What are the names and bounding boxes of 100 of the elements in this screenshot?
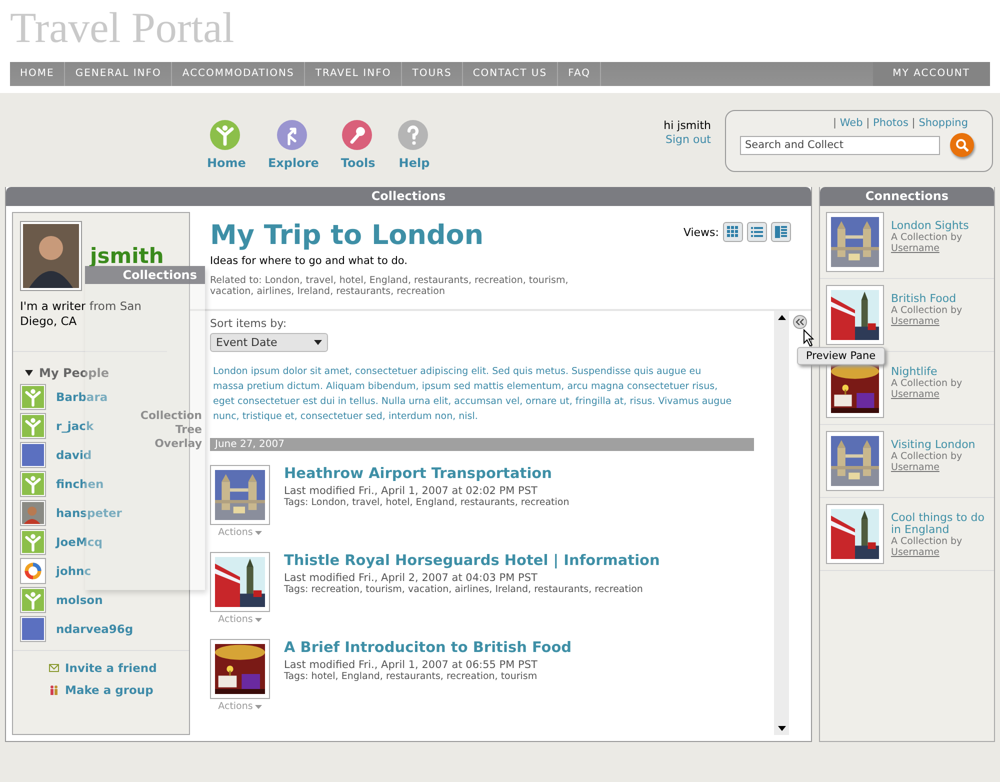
- person-link[interactable]: molson: [56, 593, 103, 607]
- bio-text: I'm a writer from San Diego, CA: [13, 291, 167, 352]
- person-icon: [22, 589, 44, 611]
- username-link[interactable]: Username: [891, 316, 962, 327]
- intro-text: London ipsum dolor sit amet, consectetuer adipiscing elit. Sed quis metus. Suspendisse quis augue eu massa pretium dictum. Aliquam bibendum, ipsum sed mattis elementum, arcu magna consectetuer risus, eget consectetuer est dui in tellus. Nulla urna elit, accumsan vel, ornare ut, fringilla at, risus. Vivamus augue nunc, tristique et, consectetuer sed, interdum non, nisl.: [213, 365, 733, 424]
- person-icon: [22, 386, 44, 408]
- link-separator: |: [912, 117, 916, 129]
- detail-list-icon: [774, 225, 788, 239]
- avatar-icon: [22, 444, 44, 466]
- double-chevron-icon: [795, 318, 805, 326]
- toolbar-button[interactable]: Home: [207, 119, 246, 187]
- username: jsmith: [90, 244, 164, 268]
- item-tags: Tags: hotel, England, restaurants, recreation, tourism: [284, 671, 572, 682]
- detail-view-button[interactable]: [771, 222, 791, 242]
- toolbar-button[interactable]: Tools: [340, 119, 376, 187]
- avatar-icon: [22, 618, 44, 640]
- byline: A Collection by: [891, 378, 962, 389]
- scroll-down-icon[interactable]: [778, 726, 786, 731]
- nav-link[interactable]: HOME: [10, 62, 66, 86]
- person-link[interactable]: david: [56, 448, 92, 462]
- tagline: Ideas for where to go and what to do.: [210, 255, 408, 267]
- nav-link[interactable]: TOURS: [402, 62, 463, 86]
- scroll-up-icon[interactable]: [778, 315, 786, 320]
- person-link[interactable]: hanspeter: [56, 506, 122, 520]
- person-link[interactable]: JoeMcq: [56, 535, 102, 549]
- date-header: June 27, 2007: [210, 438, 754, 451]
- envelope-icon: [49, 663, 59, 673]
- person-link[interactable]: johnc: [56, 564, 92, 578]
- collection-title: My Trip to London: [210, 220, 485, 252]
- overlay-label: Collection Tree Overlay: [139, 409, 203, 451]
- caret-icon[interactable]: [25, 370, 33, 376]
- collection-link[interactable]: Nightlife: [891, 366, 962, 378]
- nav-link[interactable]: FAQ: [558, 62, 602, 86]
- panel-header: Collections: [6, 187, 811, 206]
- username-link[interactable]: Username: [891, 462, 976, 473]
- collection-link[interactable]: Cool things to do in England: [891, 512, 988, 536]
- item-tags: Tags: London, travel, hotel, England, restaurants, recreation: [284, 497, 570, 508]
- link-separator: |: [832, 117, 837, 129]
- search-button[interactable]: [950, 133, 974, 157]
- search-field[interactable]: Search and Collect: [740, 136, 940, 154]
- collection-link[interactable]: London Sights: [891, 220, 969, 232]
- link-separator: |: [866, 117, 870, 129]
- avatar-icon: [20, 221, 82, 291]
- toolbar-button[interactable]: Help: [397, 119, 432, 187]
- username-link[interactable]: Username: [891, 547, 988, 558]
- actions-menu[interactable]: Actions: [218, 701, 262, 712]
- search-scope-link[interactable]: Shopping: [918, 117, 968, 129]
- username-link[interactable]: Username: [891, 389, 962, 400]
- person-link[interactable]: Barbara: [56, 390, 108, 404]
- modified-date: Last modified Fri., April 1, 2007 at 06:55 PM PST: [284, 659, 538, 671]
- preview-pane-toggle[interactable]: [793, 315, 807, 329]
- username-link[interactable]: Username: [891, 243, 969, 254]
- caret-icon: [254, 530, 262, 534]
- greeting: hi jsmith: [664, 119, 711, 133]
- item-tags: Tags: recreation, tourism, vacation, airlines, Ireland, restaurants, recreation: [284, 584, 660, 595]
- search-icon: [955, 138, 969, 152]
- modified-date: Last modified Fri., April 1, 2007 at 02:02 PM PST: [284, 485, 538, 497]
- item-title-link[interactable]: A Brief Introduciton to British Food: [284, 640, 572, 656]
- modified-date: Last modified Fri., April 2, 2007 at 04:03 PM PST: [284, 572, 538, 584]
- nav-link[interactable]: TRAVEL INFO: [305, 62, 402, 86]
- item-title-link[interactable]: Heathrow Airport Transportation: [284, 466, 570, 482]
- overlay-header: Collections: [85, 266, 205, 284]
- byline: A Collection by: [891, 305, 962, 316]
- related-tags: Related to: London, travel, hotel, England, restaurants, recreation, tourism, vacation, airlines, Ireland, restaurants, recreation: [210, 275, 610, 297]
- caret-icon: [254, 618, 262, 622]
- person-link[interactable]: ndarvea96g: [56, 622, 134, 636]
- action-link[interactable]: Invite a friend: [65, 661, 157, 675]
- person-icon: [22, 531, 44, 553]
- tooltip: Preview Pane: [797, 347, 885, 365]
- ring-icon: [22, 560, 44, 582]
- person-icon: [22, 415, 44, 437]
- nav-link[interactable]: CONTACT US: [462, 62, 558, 86]
- item-title-link[interactable]: Thistle Royal Horseguards Hotel | Information: [284, 553, 660, 569]
- person-link[interactable]: r_jack: [56, 419, 94, 433]
- views-label: Views:: [683, 226, 719, 238]
- list-view-button[interactable]: [747, 222, 767, 242]
- account-link[interactable]: MY ACCOUNT: [872, 62, 990, 86]
- person-link[interactable]: finchen: [56, 477, 104, 491]
- sign-out-link[interactable]: Sign out: [665, 133, 711, 147]
- nav-link[interactable]: ACCOMMODATIONS: [172, 62, 306, 86]
- caret-icon: [254, 704, 262, 708]
- actions-menu[interactable]: Actions: [218, 614, 262, 625]
- scrollbar[interactable]: [774, 311, 789, 735]
- grid-icon: [726, 225, 740, 239]
- collection-link[interactable]: Visiting London: [891, 439, 976, 451]
- list-icon: [750, 225, 764, 239]
- actions-menu[interactable]: Actions: [218, 527, 262, 538]
- grid-view-button[interactable]: [723, 222, 743, 242]
- sort-label: Sort items by:: [210, 317, 288, 330]
- nav-link[interactable]: GENERAL INFO: [65, 62, 172, 86]
- search-scope-link[interactable]: Web: [840, 117, 863, 129]
- byline: A Collection by: [891, 451, 964, 462]
- action-link[interactable]: Make a group: [65, 683, 154, 697]
- sort-dropdown[interactable]: Event Date: [210, 333, 328, 352]
- search-scope-link[interactable]: Photos: [873, 117, 908, 129]
- panel-header: Connections: [820, 187, 994, 206]
- avatar-icon: [22, 502, 44, 524]
- toolbar-button[interactable]: Explore: [268, 119, 319, 187]
- collection-link[interactable]: British Food: [891, 293, 962, 305]
- person-icon: [22, 473, 44, 495]
